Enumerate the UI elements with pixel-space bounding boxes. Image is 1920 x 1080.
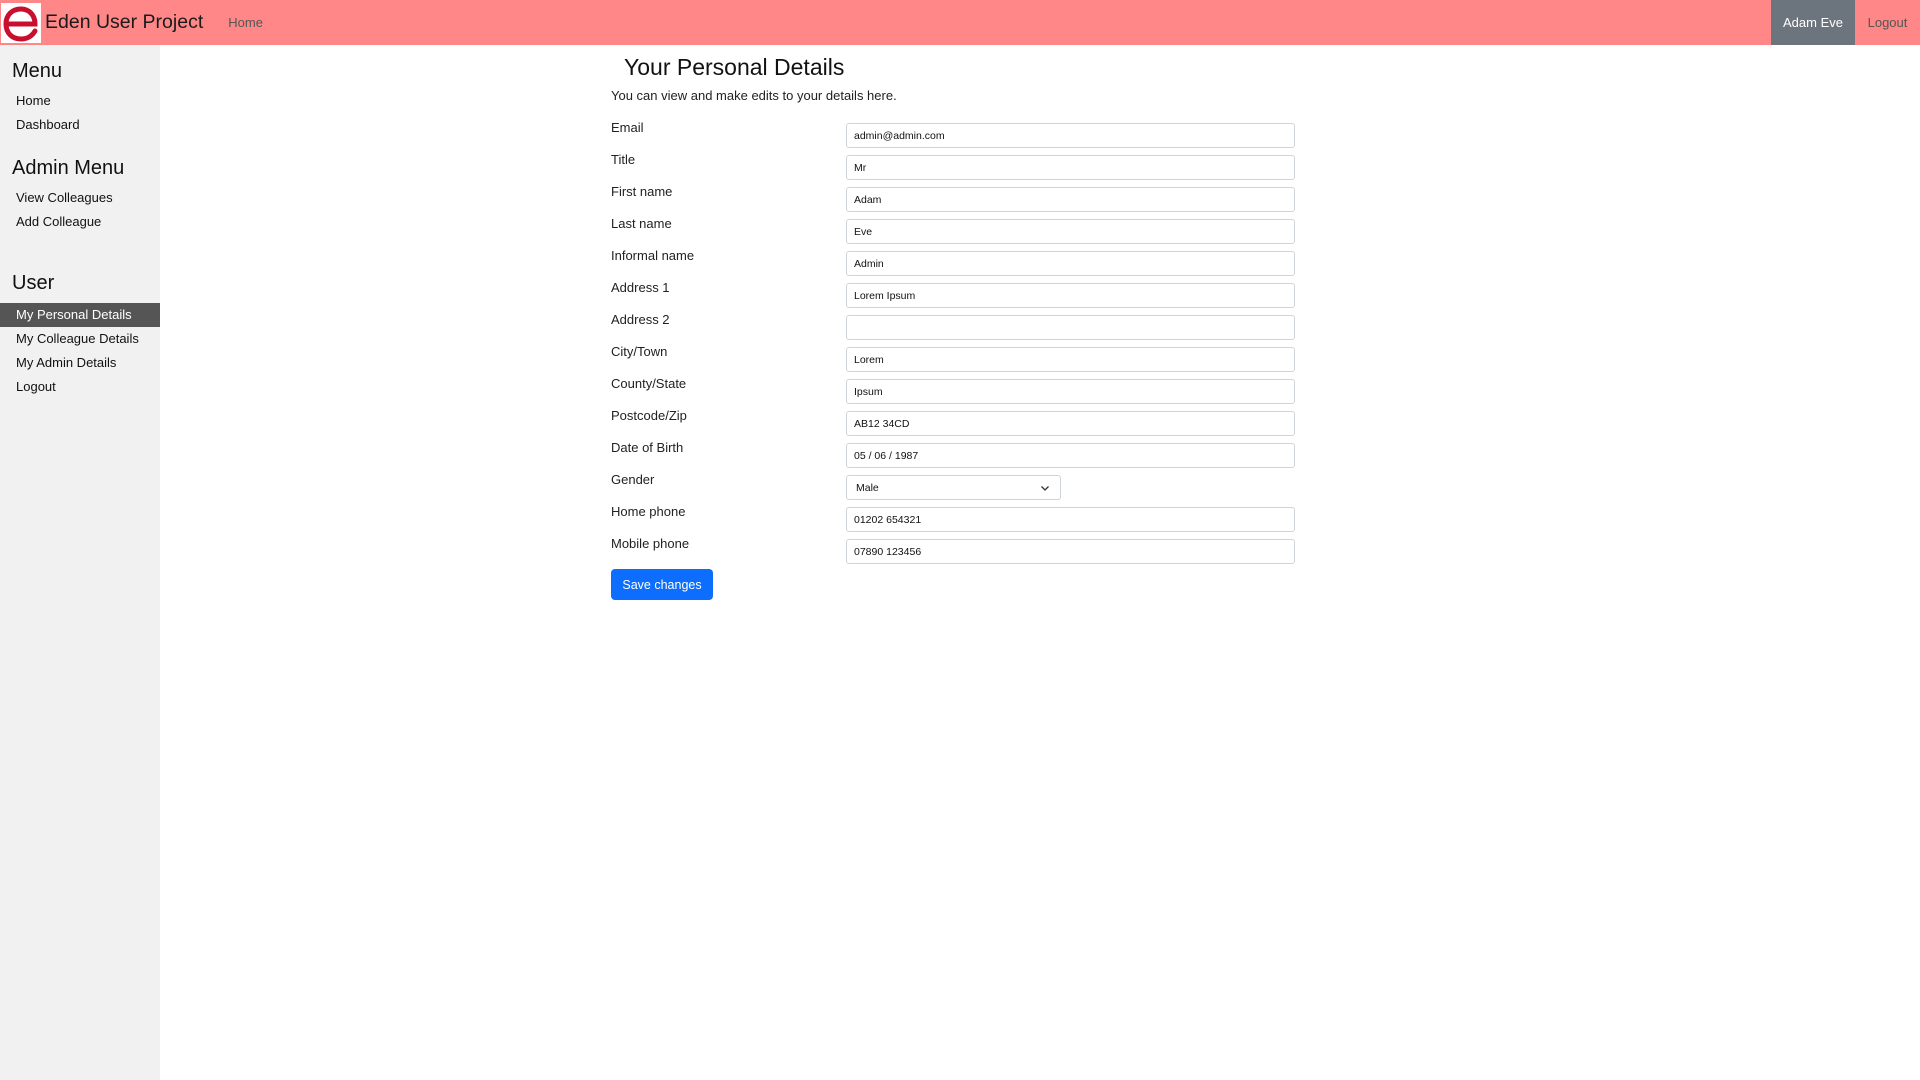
form-row-postcode: Postcode/Zip [611,408,1311,436]
sidebar-item-my-personal-details[interactable]: My Personal Details [0,303,160,327]
informal-name-label: Informal name [611,248,695,263]
gender-selected-value: Male [856,481,879,494]
save-changes-button[interactable]: Save changes [611,569,713,600]
gender-select[interactable]: Male [846,475,1061,500]
sidebar-item-my-colleague-details[interactable]: My Colleague Details [0,327,160,351]
form-row-title: Title [611,152,1311,180]
sidebar-heading-menu: Menu [12,60,63,82]
nav-logout-link[interactable]: Logout [1855,0,1920,45]
gender-label: Gender [611,472,655,487]
email-field[interactable] [846,123,1295,148]
form-row-mobile-phone: Mobile phone [611,536,1311,564]
address-2-label: Address 2 [611,312,670,327]
page-intro: You can view and make edits to your deta… [611,88,897,103]
form-row-address-2: Address 2 [611,312,1311,340]
form-row-email: Email [611,120,1311,148]
sidebar-heading-user: User [12,272,55,294]
page-title: Your Personal Details [624,54,845,80]
email-label: Email [611,120,644,135]
last-name-label: Last name [611,216,672,231]
form-row-first-name: First name [611,184,1311,212]
first-name-label: First name [611,184,673,199]
address-2-field[interactable] [846,315,1295,340]
county-label: County/State [611,376,687,391]
city-label: City/Town [611,344,668,359]
postcode-label: Postcode/Zip [611,408,687,423]
title-field[interactable] [846,155,1295,180]
sidebar-heading-admin-menu: Admin Menu [12,157,125,179]
address-1-label: Address 1 [611,280,670,295]
sidebar-item-dashboard[interactable]: Dashboard [0,113,160,137]
form-row-date-of-birth: Date of Birth [611,440,1311,468]
address-1-field[interactable] [846,283,1295,308]
form-row-last-name: Last name [611,216,1311,244]
form-row-gender: Gender Male [611,472,1311,500]
first-name-field[interactable] [846,187,1295,212]
top-navbar: Eden User Project Home Adam Eve Logout [0,0,1920,45]
informal-name-field[interactable] [846,251,1295,276]
county-field[interactable] [846,379,1295,404]
chevron-down-icon [1039,482,1051,494]
brand-link[interactable]: Eden User Project [45,11,203,34]
mobile-phone-label: Mobile phone [611,536,690,551]
title-label: Title [611,152,636,167]
sidebar-item-logout[interactable]: Logout [0,375,160,399]
sidebar-item-my-admin-details[interactable]: My Admin Details [0,351,160,375]
sidebar: Menu Home Dashboard Admin Menu View Coll… [0,45,160,1080]
sidebar-item-home[interactable]: Home [0,89,160,113]
postcode-field[interactable] [846,411,1295,436]
nav-home-link[interactable]: Home [228,15,263,30]
form-row-informal-name: Informal name [611,248,1311,276]
nav-right: Adam Eve Logout [1771,0,1920,45]
sidebar-item-add-colleague[interactable]: Add Colleague [0,210,160,234]
form-row-county: County/State [611,376,1311,404]
form-row-address-1: Address 1 [611,280,1311,308]
home-phone-label: Home phone [611,504,686,519]
nav-user-button[interactable]: Adam Eve [1771,0,1855,45]
eden-logo-icon[interactable] [1,2,41,43]
city-field[interactable] [846,347,1295,372]
sidebar-item-view-colleagues[interactable]: View Colleagues [0,186,160,210]
last-name-field[interactable] [846,219,1295,244]
date-of-birth-label: Date of Birth [611,440,684,455]
home-phone-field[interactable] [846,507,1295,532]
form-row-city: City/Town [611,344,1311,372]
date-of-birth-field[interactable] [846,443,1295,468]
mobile-phone-field[interactable] [846,539,1295,564]
form-row-home-phone: Home phone [611,504,1311,532]
